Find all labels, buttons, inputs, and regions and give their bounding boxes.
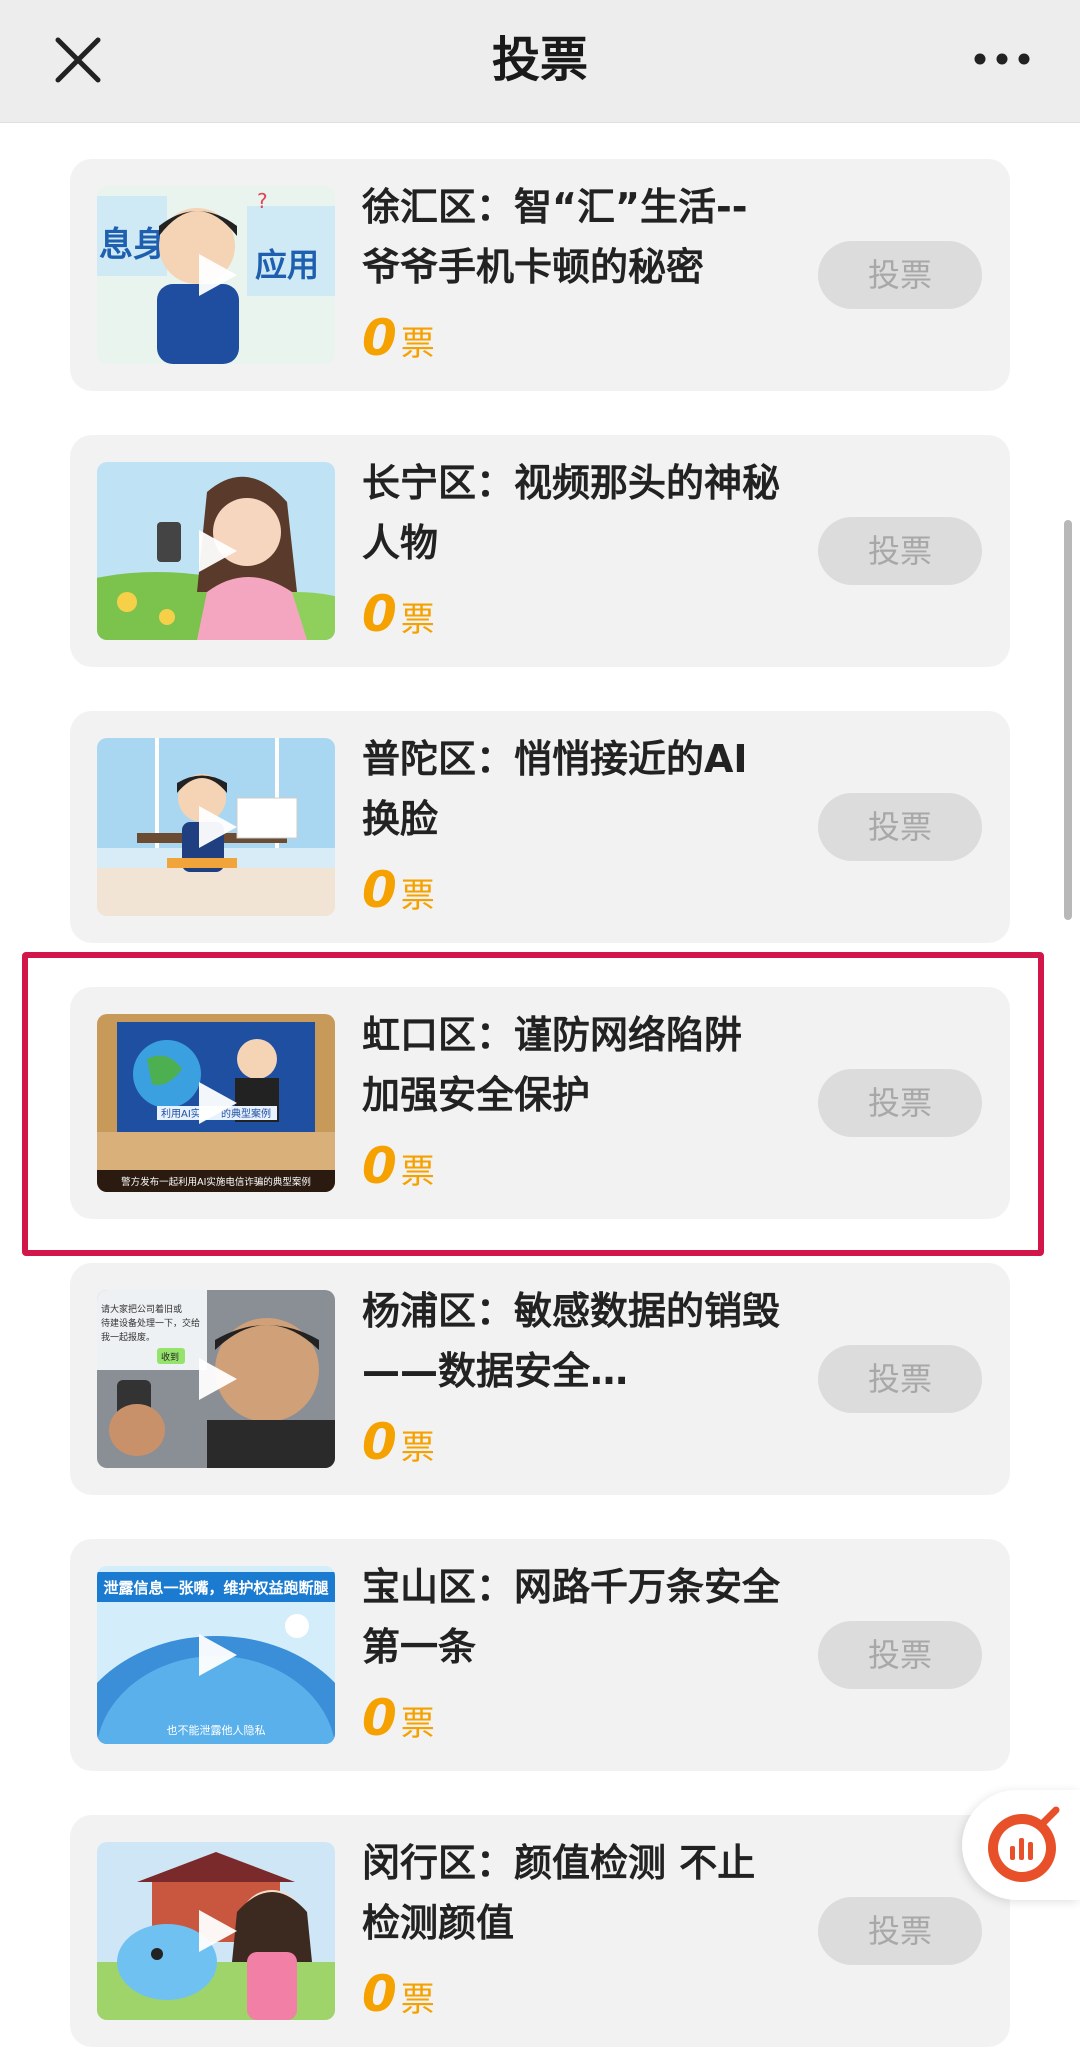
item-title: 杨浦区：敏感数据的销毁——数据安全… xyxy=(362,1289,781,1393)
vote-unit: 票 xyxy=(400,1704,435,1744)
vote-unit: 票 xyxy=(400,324,435,364)
thumb-text: 应用 xyxy=(255,246,319,284)
vote-button[interactable]: 投票 xyxy=(818,1897,982,1965)
thumb-caption: 也不能泄露他人隐私 xyxy=(167,1723,266,1737)
video-thumbnail[interactable]: 请大家把公司着旧或 待建设备处理一下，交给 我一起报废。 收到 xyxy=(97,1290,335,1468)
page-title: 投票 xyxy=(491,32,588,88)
play-icon xyxy=(199,1358,237,1400)
vote-count: 0票 xyxy=(362,1413,435,1473)
video-thumbnail[interactable] xyxy=(97,738,335,916)
vote-button[interactable]: 投票 xyxy=(818,1069,982,1137)
video-thumbnail[interactable] xyxy=(97,462,335,640)
item-title: 闵行区：颜值检测 不止检测颜值 xyxy=(362,1841,756,1945)
thumb-text: 泄露信息一张嘴，维护权益跑断腿 xyxy=(103,1579,328,1597)
video-thumbnail[interactable]: 利用AI实 的典型案例 警方发布一起利用AI实施电信诈骗的典型案例 xyxy=(97,1014,335,1192)
play-icon xyxy=(199,1634,237,1676)
thumb-caption: 警方发布一起利用AI实施电信诈骗的典型案例 xyxy=(121,1176,311,1188)
item-title: 长宁区：视频那头的神秘人物 xyxy=(362,461,781,565)
thumb-text: 请大家把公司着旧或 xyxy=(101,1303,182,1315)
vote-unit: 票 xyxy=(400,876,435,916)
vote-list: 息身 应用 ? 徐汇区：智“汇”生活--爷爷手机卡顿的秘密 0票 投票 长宁区：… xyxy=(0,123,1080,2060)
play-icon xyxy=(199,1082,237,1124)
more-icon[interactable] xyxy=(972,44,1032,74)
floating-action-button[interactable] xyxy=(962,1790,1080,1900)
vote-count: 0票 xyxy=(362,861,435,921)
vote-count: 0票 xyxy=(362,1689,435,1749)
vote-count: 0票 xyxy=(362,1137,435,1197)
play-icon xyxy=(199,1910,237,1952)
vote-count: 0票 xyxy=(362,585,435,645)
vote-unit: 票 xyxy=(400,1152,435,1192)
vote-button[interactable]: 投票 xyxy=(818,1345,982,1413)
thumb-text: 待建设备处理一下，交给 xyxy=(101,1317,200,1329)
vote-count: 0票 xyxy=(362,1965,435,2025)
svg-text:?: ? xyxy=(257,189,268,213)
vote-item[interactable]: 请大家把公司着旧或 待建设备处理一下，交给 我一起报废。 收到 杨浦区：敏感数据… xyxy=(70,1263,1010,1495)
vote-unit: 票 xyxy=(400,1980,435,2020)
vote-number: 0 xyxy=(362,1137,397,1195)
play-icon xyxy=(199,254,237,296)
video-thumbnail[interactable]: 泄露信息一张嘴，维护权益跑断腿 也不能泄露他人隐私 xyxy=(97,1566,335,1744)
vote-item[interactable]: 普陀区：悄悄接近的AI换脸 0票 投票 xyxy=(70,711,1010,943)
vote-number: 0 xyxy=(362,309,397,367)
vote-item[interactable]: 泄露信息一张嘴，维护权益跑断腿 也不能泄露他人隐私 宝山区：网路千万条安全第一条… xyxy=(70,1539,1010,1771)
play-icon xyxy=(199,530,237,572)
video-thumbnail[interactable]: 息身 应用 ? xyxy=(97,186,335,364)
thumb-text: 收到 xyxy=(161,1351,179,1363)
vote-button[interactable]: 投票 xyxy=(818,517,982,585)
chart-icon xyxy=(988,1806,1060,1882)
item-title: 普陀区：悄悄接近的AI换脸 xyxy=(362,737,748,841)
vote-item[interactable]: 长宁区：视频那头的神秘人物 0票 投票 xyxy=(70,435,1010,667)
vote-item[interactable]: 利用AI实 的典型案例 警方发布一起利用AI实施电信诈骗的典型案例 虹口区：谨防… xyxy=(70,987,1010,1219)
vote-unit: 票 xyxy=(400,600,435,640)
vote-button[interactable]: 投票 xyxy=(818,1621,982,1689)
vote-button[interactable]: 投票 xyxy=(818,241,982,309)
item-title: 虹口区：谨防网络陷阱 加强安全保护 xyxy=(362,1013,743,1117)
play-icon xyxy=(199,806,237,848)
video-thumbnail[interactable] xyxy=(97,1842,335,2020)
vote-item[interactable]: 闵行区：颜值检测 不止检测颜值 0票 投票 xyxy=(70,1815,1010,2047)
thumb-text: 息身 xyxy=(99,225,167,265)
vote-number: 0 xyxy=(362,1965,397,2023)
thumb-text: 我一起报废。 xyxy=(101,1331,155,1343)
vote-number: 0 xyxy=(362,1413,397,1471)
item-title: 徐汇区：智“汇”生活--爷爷手机卡顿的秘密 xyxy=(362,185,748,289)
vote-button[interactable]: 投票 xyxy=(818,793,982,861)
vote-item[interactable]: 息身 应用 ? 徐汇区：智“汇”生活--爷爷手机卡顿的秘密 0票 投票 xyxy=(70,159,1010,391)
vote-count: 0票 xyxy=(362,309,435,369)
vote-number: 0 xyxy=(362,861,397,919)
nav-bar: 投票 xyxy=(0,0,1080,123)
scrollbar[interactable] xyxy=(1064,520,1072,920)
item-title: 宝山区：网路千万条安全第一条 xyxy=(362,1565,781,1669)
vote-number: 0 xyxy=(362,585,397,643)
vote-unit: 票 xyxy=(400,1428,435,1468)
vote-number: 0 xyxy=(362,1689,397,1747)
